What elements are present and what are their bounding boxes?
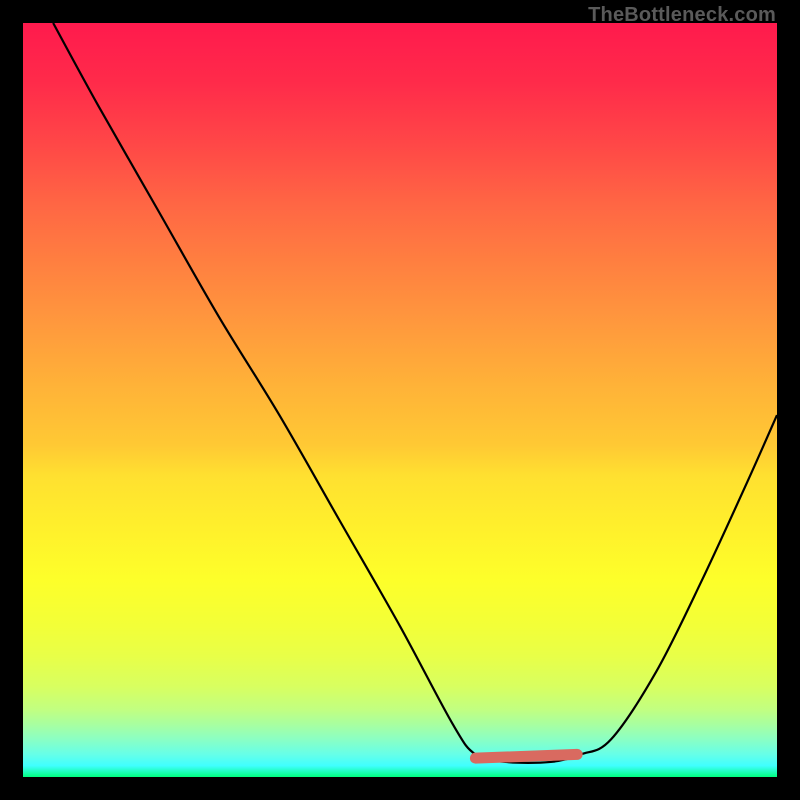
watermark-text: TheBottleneck.com — [588, 4, 776, 27]
bottleneck-curve — [53, 23, 777, 763]
plot-area — [23, 23, 777, 777]
chart-svg — [23, 23, 777, 777]
optimal-range-marker — [475, 754, 577, 758]
chart-frame: TheBottleneck.com — [0, 0, 800, 800]
optimal-point-dot — [470, 753, 480, 763]
